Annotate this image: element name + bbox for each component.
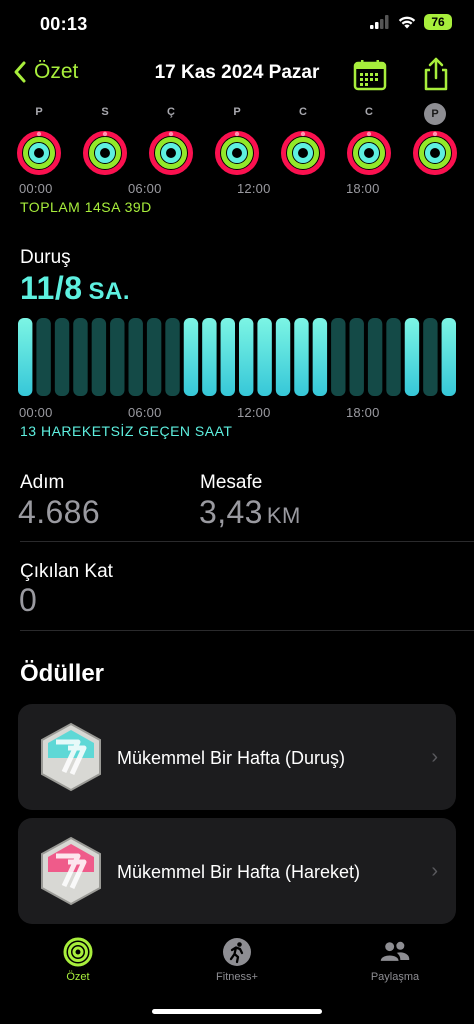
day-activity-rings[interactable] — [82, 130, 128, 176]
stand-hour-bar — [36, 318, 51, 396]
share-button[interactable] — [418, 56, 454, 92]
time-tick-label: 18:00 — [346, 405, 380, 420]
day-letter: P — [424, 103, 446, 125]
stand-hour-bar — [367, 318, 383, 396]
hexagon-badge-icon — [41, 722, 101, 792]
tab-fitness-plus[interactable]: Fitness+ — [177, 936, 297, 983]
divider — [20, 541, 474, 542]
time-tick-label: 18:00 — [346, 181, 380, 196]
status-icons: 76 — [370, 14, 452, 30]
award-card-stand[interactable]: Mükemmel Bir Hafta (Duruş) › — [18, 704, 456, 810]
calendar-icon — [353, 60, 387, 91]
tab-sharing[interactable]: Paylaşma — [335, 936, 455, 983]
time-tick-label: 00:00 — [19, 405, 53, 420]
stand-hour-bar — [91, 318, 107, 396]
chevron-right-icon: › — [431, 860, 438, 882]
stand-hour-bar — [110, 318, 125, 396]
stand-label: Duruş — [20, 247, 71, 268]
stand-hour-bar — [275, 318, 291, 396]
stand-hour-bar — [239, 318, 254, 396]
stand-hour-bar — [54, 318, 70, 396]
stand-hour-bar — [257, 318, 272, 396]
activity-rings-icon — [63, 937, 93, 967]
awards-heading: Ödüller — [20, 660, 105, 687]
stand-hour-bar — [146, 318, 162, 396]
day-activity-rings[interactable] — [280, 130, 326, 176]
stand-hour-bar — [18, 318, 33, 396]
stand-hour-bar — [73, 318, 88, 396]
distance-label: Mesafe — [200, 472, 263, 493]
day-activity-rings[interactable] — [16, 130, 62, 176]
back-label: Özet — [34, 60, 79, 83]
award-title: Mükemmel Bir Hafta (Duruş) — [117, 748, 346, 768]
tab-summary[interactable]: Özet — [18, 936, 138, 983]
time-tick-label: 06:00 — [128, 405, 162, 420]
exercise-total: TOPLAM 14SA 39D — [20, 199, 152, 215]
award-title: Mükemmel Bir Hafta (Hareket) — [117, 862, 361, 882]
stand-hour-bar — [183, 318, 199, 396]
tab-label: Fitness+ — [216, 971, 258, 983]
time-tick-label: 12:00 — [237, 405, 271, 420]
back-button[interactable]: Özet — [12, 60, 78, 84]
tab-label: Paylaşma — [370, 971, 420, 983]
day-letter: S — [101, 106, 109, 118]
time-tick-label: 12:00 — [237, 181, 271, 196]
stand-caption: 13 HAREKETSİZ GEÇEN SAAT — [20, 423, 233, 439]
stand-value-unit: SA. — [88, 278, 131, 305]
stand-hour-bar — [220, 318, 235, 396]
running-figure-icon — [223, 938, 251, 966]
stand-hour-bar — [294, 318, 309, 396]
day-letter: Ç — [167, 106, 175, 118]
time-tick-label: 06:00 — [128, 181, 162, 196]
stand-hour-bar — [386, 318, 401, 396]
stand-hour-bar — [349, 318, 364, 396]
stand-value-number: 11/8 — [20, 270, 83, 306]
day-letter: C — [299, 106, 307, 118]
chevron-right-icon: › — [431, 746, 438, 768]
tab-label: Özet — [66, 971, 90, 983]
calendar-button[interactable] — [350, 58, 390, 92]
day-letter: C — [365, 106, 373, 118]
stand-hour-bar — [312, 318, 328, 396]
day-activity-rings[interactable] — [214, 130, 260, 176]
distance-value-number: 3,43 — [199, 494, 263, 530]
stand-hour-bar — [331, 318, 346, 396]
hexagon-badge-icon — [41, 836, 101, 906]
floors-value: 0 — [19, 582, 38, 618]
floors-label: Çıkılan Kat — [20, 561, 113, 582]
stand-value: 11/8 SA. — [20, 270, 130, 307]
day-letter: P — [233, 106, 241, 118]
wifi-icon — [398, 16, 416, 29]
distance-value: 3,43 KM — [199, 494, 301, 531]
status-time: 00:13 — [40, 14, 88, 34]
stand-hour-bar — [441, 318, 456, 396]
steps-label: Adım — [20, 472, 65, 493]
stand-hours-chart — [18, 318, 456, 396]
day-activity-rings[interactable] — [412, 130, 458, 176]
distance-unit: KM — [266, 503, 301, 528]
day-letter: P — [35, 106, 43, 118]
stand-hour-bar — [165, 318, 180, 396]
cellular-signal-icon — [370, 15, 389, 29]
day-activity-rings[interactable] — [346, 130, 392, 176]
battery-indicator: 76 — [424, 14, 452, 30]
stand-hour-bar — [202, 318, 217, 396]
time-tick-label: 00:00 — [19, 181, 53, 196]
day-activity-rings[interactable] — [148, 130, 194, 176]
home-indicator — [152, 1009, 322, 1014]
share-icon — [424, 57, 448, 91]
people-icon — [380, 941, 410, 961]
steps-value: 4.686 — [18, 494, 101, 530]
chevron-left-icon — [14, 61, 26, 83]
stand-hour-bar — [404, 318, 420, 396]
divider — [20, 630, 474, 631]
stand-hour-bar — [423, 318, 438, 396]
stand-hour-bar — [128, 318, 143, 396]
award-card-move[interactable]: Mükemmel Bir Hafta (Hareket) › — [18, 818, 456, 924]
